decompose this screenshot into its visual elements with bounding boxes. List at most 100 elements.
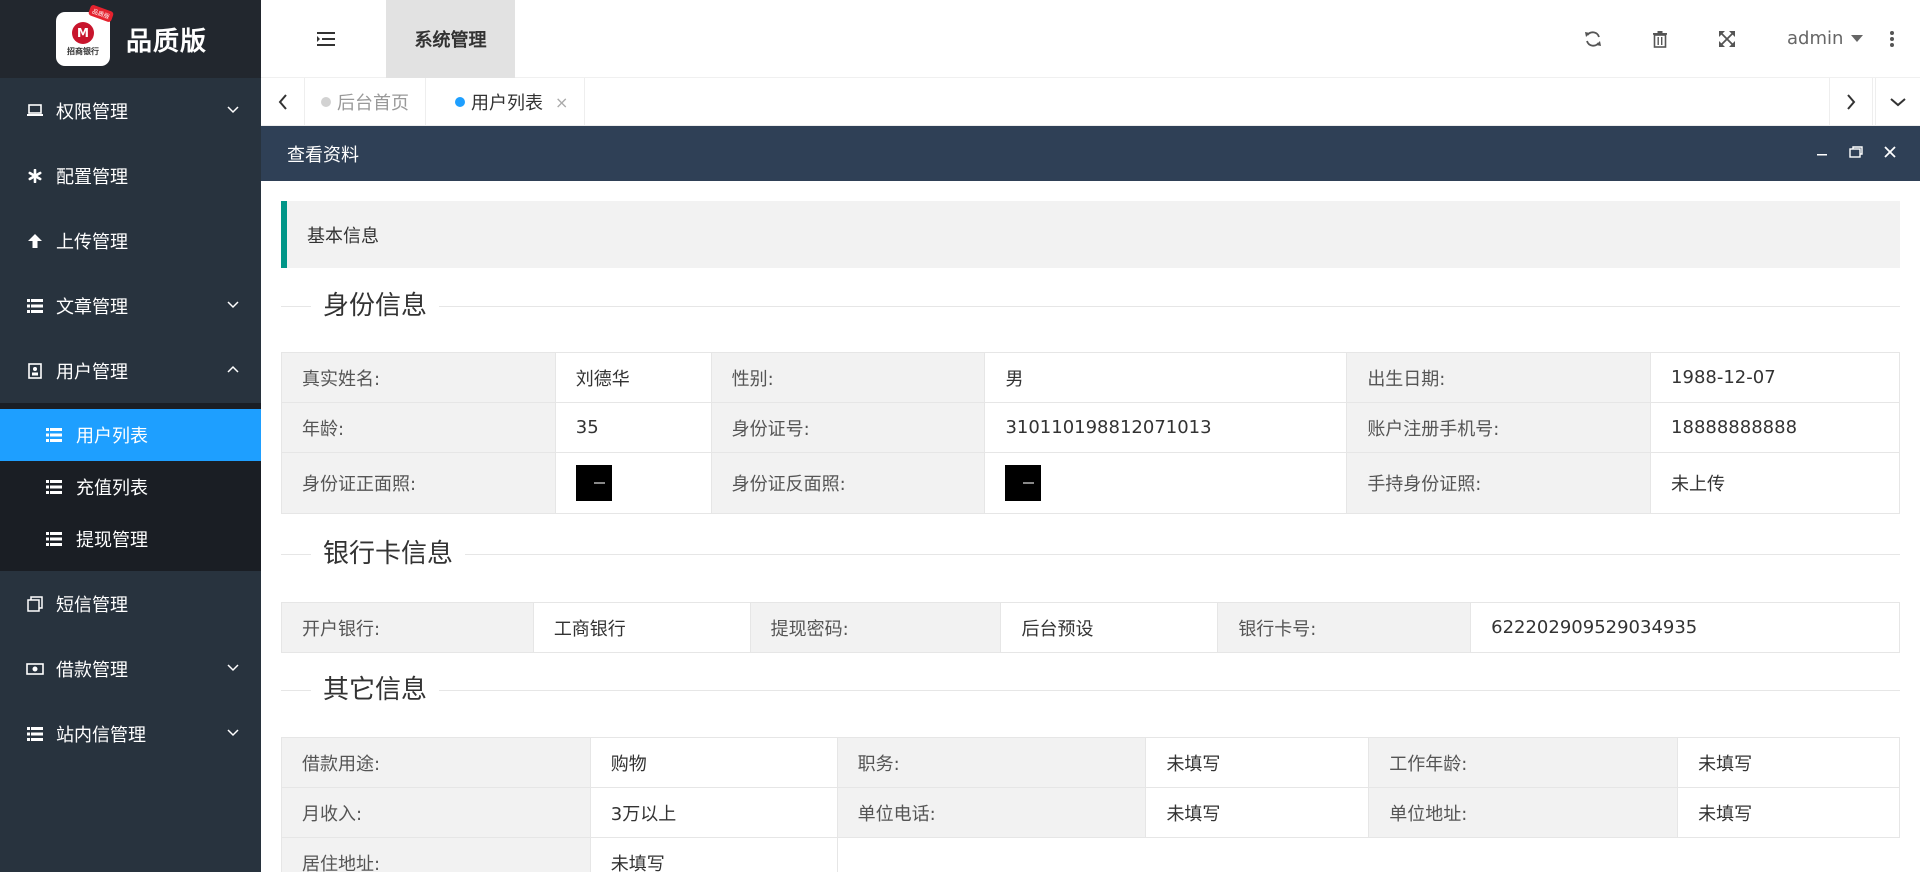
sidebar-item-label: 用户管理 bbox=[56, 361, 128, 383]
maximize-icon[interactable] bbox=[1848, 144, 1864, 160]
list-icon bbox=[26, 297, 44, 315]
sidebar: 品质版 M 招商银行 品质版 权限管理 配置管理 上传管理 文章管理 用户管理 … bbox=[0, 0, 261, 872]
sidebar-item-permissions[interactable]: 权限管理 bbox=[0, 78, 261, 143]
asterisk-icon bbox=[26, 167, 44, 185]
sidebar-item-messages[interactable]: 站内信管理 bbox=[0, 701, 261, 766]
sidebar-item-label: 上传管理 bbox=[56, 231, 128, 253]
list-icon bbox=[46, 426, 64, 444]
value-cell: 购物 bbox=[589, 737, 838, 788]
dialog-titlebar: 查看资料 bbox=[261, 126, 1920, 181]
logo-text: 招商银行 bbox=[67, 46, 99, 56]
arrow-up-icon bbox=[26, 232, 44, 250]
tab-dot bbox=[321, 97, 331, 107]
user-submenu: 用户列表 充值列表 提现管理 bbox=[0, 403, 261, 571]
sidebar-item-config[interactable]: 配置管理 bbox=[0, 143, 261, 208]
section-title: 身份信息 bbox=[311, 286, 440, 326]
laptop-icon bbox=[26, 102, 44, 120]
tabs-scroll-left[interactable] bbox=[261, 78, 305, 126]
close-icon[interactable]: × bbox=[555, 93, 568, 112]
value-cell: 3万以上 bbox=[589, 787, 838, 838]
minimize-icon[interactable] bbox=[1814, 144, 1830, 160]
top-header: 系统管理 admin bbox=[261, 0, 1920, 78]
logo-emblem: M bbox=[72, 21, 94, 44]
value-cell: 未填写 bbox=[1145, 787, 1370, 838]
refresh-icon[interactable] bbox=[1583, 29, 1603, 49]
identity-table: 真实姓名: 刘德华 性别: 男 出生日期: 1988-12-07 年龄: 35 … bbox=[281, 352, 1900, 514]
id-back-photo[interactable] bbox=[1005, 465, 1042, 501]
tab-home[interactable]: 后台首页 bbox=[305, 78, 426, 126]
value-cell bbox=[984, 452, 1348, 514]
username: admin bbox=[1787, 28, 1844, 49]
value-cell: 未上传 bbox=[1650, 452, 1900, 514]
sidebar-item-recharge-list[interactable]: 充值列表 bbox=[0, 461, 261, 513]
sidebar-subitem-label: 提现管理 bbox=[76, 530, 148, 551]
list-icon bbox=[46, 530, 64, 548]
menu-toggle-icon[interactable] bbox=[316, 29, 336, 49]
tabs-dropdown[interactable] bbox=[1875, 78, 1919, 126]
header-tab-system[interactable]: 系统管理 bbox=[386, 0, 515, 78]
value-cell: 男 bbox=[984, 352, 1348, 403]
dialog-content: 基本信息 身份信息 真实姓名: 刘德华 性别: 男 出生日期: 1988-12-… bbox=[261, 181, 1920, 872]
section-quote: 基本信息 bbox=[281, 201, 1900, 268]
label-cell: 单位电话: bbox=[836, 787, 1147, 838]
tab-dot bbox=[455, 97, 465, 107]
label-cell: 年龄: bbox=[281, 402, 556, 453]
sidebar-menu: 权限管理 配置管理 上传管理 文章管理 用户管理 用户列表 充值列表 提现管理 … bbox=[0, 78, 261, 766]
caret-down-icon bbox=[1851, 35, 1864, 42]
table-row: 真实姓名: 刘德华 性别: 男 出生日期: 1988-12-07 bbox=[281, 352, 1900, 403]
id-front-photo[interactable] bbox=[575, 465, 612, 501]
value-cell: 未填写 bbox=[1677, 787, 1900, 838]
chevron-up-icon bbox=[227, 365, 239, 373]
sidebar-item-users[interactable]: 用户管理 bbox=[0, 338, 261, 403]
chevron-down-icon bbox=[227, 301, 239, 309]
sidebar-item-withdraw[interactable]: 提现管理 bbox=[0, 513, 261, 565]
value-cell: 1988-12-07 bbox=[1650, 352, 1900, 403]
divider bbox=[281, 690, 1900, 691]
bank-section-header: 银行卡信息 bbox=[281, 534, 1900, 574]
sidebar-item-label: 权限管理 bbox=[56, 101, 128, 123]
sidebar-item-upload[interactable]: 上传管理 bbox=[0, 208, 261, 273]
close-icon[interactable] bbox=[1882, 144, 1898, 160]
app-title: 品质版 bbox=[126, 26, 208, 57]
other-table: 借款用途: 购物 职务: 未填写 工作年龄: 未填写 月收入: 3万以上 单位电… bbox=[281, 737, 1900, 872]
value-cell: 工商银行 bbox=[532, 602, 751, 653]
sidebar-item-sms[interactable]: 短信管理 bbox=[0, 571, 261, 636]
sidebar-item-articles[interactable]: 文章管理 bbox=[0, 273, 261, 338]
tab-user-list[interactable]: 用户列表 × bbox=[439, 78, 586, 126]
tab-label: 用户列表 bbox=[471, 93, 543, 114]
table-row: 月收入: 3万以上 单位电话: 未填写 单位地址: 未填写 bbox=[281, 787, 1900, 838]
label-cell: 居住地址: bbox=[281, 837, 591, 872]
label-cell: 账户注册手机号: bbox=[1346, 402, 1652, 453]
label-cell: 工作年龄: bbox=[1368, 737, 1679, 788]
list-icon bbox=[26, 725, 44, 743]
bank-logo: 品质版 M 招商银行 bbox=[56, 4, 115, 66]
table-row: 居住地址: 未填写 bbox=[281, 837, 1900, 872]
label-cell: 身份证反面照: bbox=[710, 452, 986, 514]
value-cell: 35 bbox=[554, 402, 712, 453]
photo-thumbnail-icon bbox=[1012, 478, 1035, 488]
user-menu[interactable]: admin bbox=[1787, 28, 1864, 49]
label-cell: 身份证正面照: bbox=[281, 452, 556, 514]
sidebar-subitem-label: 充值列表 bbox=[76, 478, 148, 499]
divider bbox=[281, 554, 1900, 555]
value-cell: 未填写 bbox=[589, 837, 838, 872]
label-cell: 月收入: bbox=[281, 787, 591, 838]
trash-icon[interactable] bbox=[1650, 29, 1670, 49]
photo-thumbnail-icon bbox=[582, 478, 605, 488]
table-row: 借款用途: 购物 职务: 未填写 工作年龄: 未填写 bbox=[281, 737, 1900, 788]
sidebar-item-label: 文章管理 bbox=[56, 296, 128, 318]
value-cell: 6222029095290349​35 bbox=[1470, 602, 1900, 653]
bank-table: 开户银行: 工商银行 提现密码: 后台预设 银行卡号: 622202909529… bbox=[281, 602, 1900, 653]
chevron-down-icon bbox=[1889, 98, 1906, 107]
value-cell: 未填写 bbox=[1677, 737, 1900, 788]
more-vertical-icon[interactable] bbox=[1889, 30, 1895, 48]
sidebar-item-label: 借款管理 bbox=[56, 659, 128, 681]
sidebar-item-user-list[interactable]: 用户列表 bbox=[0, 409, 261, 461]
fullscreen-icon[interactable] bbox=[1717, 29, 1737, 49]
sidebar-subitem-label: 用户列表 bbox=[76, 426, 148, 447]
tab-label: 后台首页 bbox=[337, 93, 409, 114]
section-title: 其它信息 bbox=[311, 670, 440, 710]
label-cell: 单位地址: bbox=[1368, 787, 1679, 838]
sidebar-item-loans[interactable]: 借款管理 bbox=[0, 636, 261, 701]
tabs-scroll-right[interactable] bbox=[1829, 78, 1873, 126]
